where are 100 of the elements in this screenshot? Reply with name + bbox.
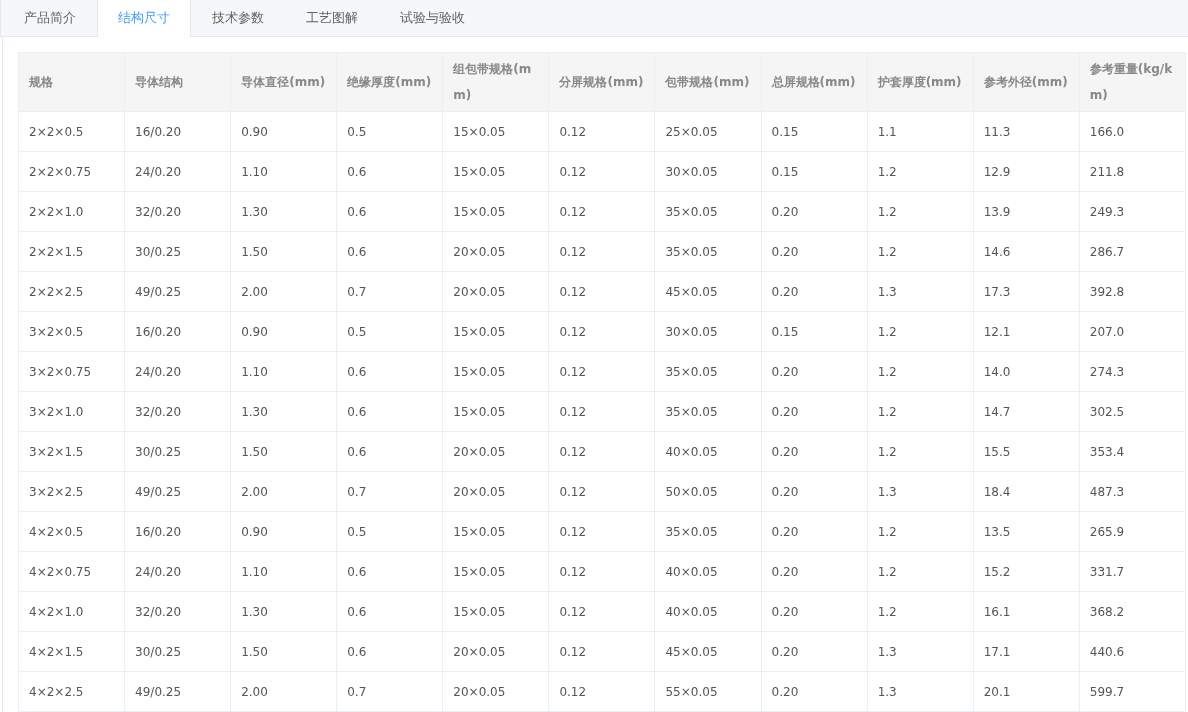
table-cell: 20×0.05 <box>442 631 549 672</box>
table-cell: 20×0.05 <box>442 271 549 312</box>
table-cell: 2×2×1.5 <box>18 231 125 272</box>
table-cell: 0.90 <box>230 111 337 152</box>
table-cell: 1.2 <box>867 511 974 552</box>
table-cell: 0.6 <box>336 151 443 192</box>
table-cell: 15.5 <box>973 431 1080 472</box>
table-cell: 3×2×0.75 <box>18 351 125 392</box>
table-cell: 35×0.05 <box>654 191 762 232</box>
table-cell: 211.8 <box>1079 151 1186 192</box>
table-cell: 0.6 <box>336 591 443 632</box>
table-cell: 30×0.05 <box>654 151 762 192</box>
table-cell: 55×0.05 <box>654 671 762 712</box>
table-cell: 1.2 <box>867 431 974 472</box>
table-cell: 0.7 <box>336 271 443 312</box>
table-cell: 1.30 <box>230 391 337 432</box>
table-cell: 1.3 <box>867 271 974 312</box>
table-cell: 331.7 <box>1079 551 1186 592</box>
table-cell: 15×0.05 <box>442 591 549 632</box>
table-cell: 40×0.05 <box>654 591 762 632</box>
table-cell: 0.12 <box>548 551 655 592</box>
table-cell: 0.6 <box>336 431 443 472</box>
table-cell: 0.20 <box>761 191 868 232</box>
table-cell: 0.12 <box>548 511 655 552</box>
table-cell: 207.0 <box>1079 311 1186 352</box>
column-header: 护套厚度(mm) <box>867 52 974 112</box>
table-cell: 0.12 <box>548 191 655 232</box>
table-cell: 0.12 <box>548 391 655 432</box>
table-cell: 2.00 <box>230 471 337 512</box>
table-cell: 286.7 <box>1079 231 1186 272</box>
table-cell: 35×0.05 <box>654 511 762 552</box>
table-cell: 15×0.05 <box>442 311 549 352</box>
table-cell: 40×0.05 <box>654 431 762 472</box>
column-header: 导体结构 <box>124 52 231 112</box>
table-cell: 392.8 <box>1079 271 1186 312</box>
table-cell: 49/0.25 <box>124 671 231 712</box>
table-cell: 20×0.05 <box>442 471 549 512</box>
table-cell: 0.20 <box>761 631 868 672</box>
table-cell: 15×0.05 <box>442 151 549 192</box>
table-cell: 1.2 <box>867 591 974 632</box>
table-cell: 2×2×1.0 <box>18 191 125 232</box>
column-header: 规格 <box>18 52 125 112</box>
table-cell: 2×2×0.75 <box>18 151 125 192</box>
table-cell: 50×0.05 <box>654 471 762 512</box>
table-cell: 49/0.25 <box>124 471 231 512</box>
table-cell: 1.50 <box>230 631 337 672</box>
table-cell: 0.12 <box>548 591 655 632</box>
table-cell: 0.20 <box>761 231 868 272</box>
table-cell: 15×0.05 <box>442 191 549 232</box>
table-cell: 0.12 <box>548 351 655 392</box>
table-cell: 0.15 <box>761 311 868 352</box>
table-cell: 20×0.05 <box>442 231 549 272</box>
column-header: 总屏规格(mm) <box>761 52 868 112</box>
table-cell: 0.5 <box>336 511 443 552</box>
table-cell: 0.12 <box>548 431 655 472</box>
table-cell: 274.3 <box>1079 351 1186 392</box>
table-cell: 0.90 <box>230 511 337 552</box>
table-cell: 0.20 <box>761 351 868 392</box>
table-cell: 13.9 <box>973 191 1080 232</box>
tab[interactable]: 产品简介 <box>3 0 97 36</box>
table-cell: 166.0 <box>1079 111 1186 152</box>
table-cell: 1.2 <box>867 311 974 352</box>
table-cell: 0.20 <box>761 551 868 592</box>
table-cell: 0.20 <box>761 391 868 432</box>
table-cell: 3×2×0.5 <box>18 311 125 352</box>
table-cell: 0.7 <box>336 671 443 712</box>
table-cell: 0.7 <box>336 471 443 512</box>
table-cell: 12.1 <box>973 311 1080 352</box>
table-cell: 0.90 <box>230 311 337 352</box>
table-cell: 30×0.05 <box>654 311 762 352</box>
table-cell: 599.7 <box>1079 671 1186 712</box>
column-header: 分屏规格(mm) <box>548 52 655 112</box>
table-cell: 30/0.25 <box>124 631 231 672</box>
table-cell: 1.30 <box>230 191 337 232</box>
table-cell: 30/0.25 <box>124 231 231 272</box>
table-cell: 45×0.05 <box>654 271 762 312</box>
table-cell: 1.2 <box>867 191 974 232</box>
table-cell: 0.12 <box>548 471 655 512</box>
table-cell: 14.0 <box>973 351 1080 392</box>
table-cell: 353.4 <box>1079 431 1186 472</box>
table-cell: 0.15 <box>761 151 868 192</box>
table-cell: 32/0.20 <box>124 391 231 432</box>
table-cell: 265.9 <box>1079 511 1186 552</box>
tab[interactable]: 工艺图解 <box>285 0 379 36</box>
table-cell: 20×0.05 <box>442 671 549 712</box>
table-cell: 0.5 <box>336 111 443 152</box>
table-cell: 49/0.25 <box>124 271 231 312</box>
table-cell: 0.12 <box>548 631 655 672</box>
table-cell: 35×0.05 <box>654 231 762 272</box>
tab[interactable]: 技术参数 <box>191 0 285 36</box>
table-cell: 30/0.25 <box>124 431 231 472</box>
table-cell: 11.3 <box>973 111 1080 152</box>
tab[interactable]: 试验与验收 <box>379 0 486 36</box>
table-cell: 0.6 <box>336 551 443 592</box>
table-cell: 0.6 <box>336 391 443 432</box>
table-cell: 4×2×2.5 <box>18 671 125 712</box>
table-cell: 1.2 <box>867 391 974 432</box>
column-header: 包带规格(mm) <box>654 52 762 112</box>
table-cell: 4×2×0.75 <box>18 551 125 592</box>
table-cell: 0.12 <box>548 231 655 272</box>
